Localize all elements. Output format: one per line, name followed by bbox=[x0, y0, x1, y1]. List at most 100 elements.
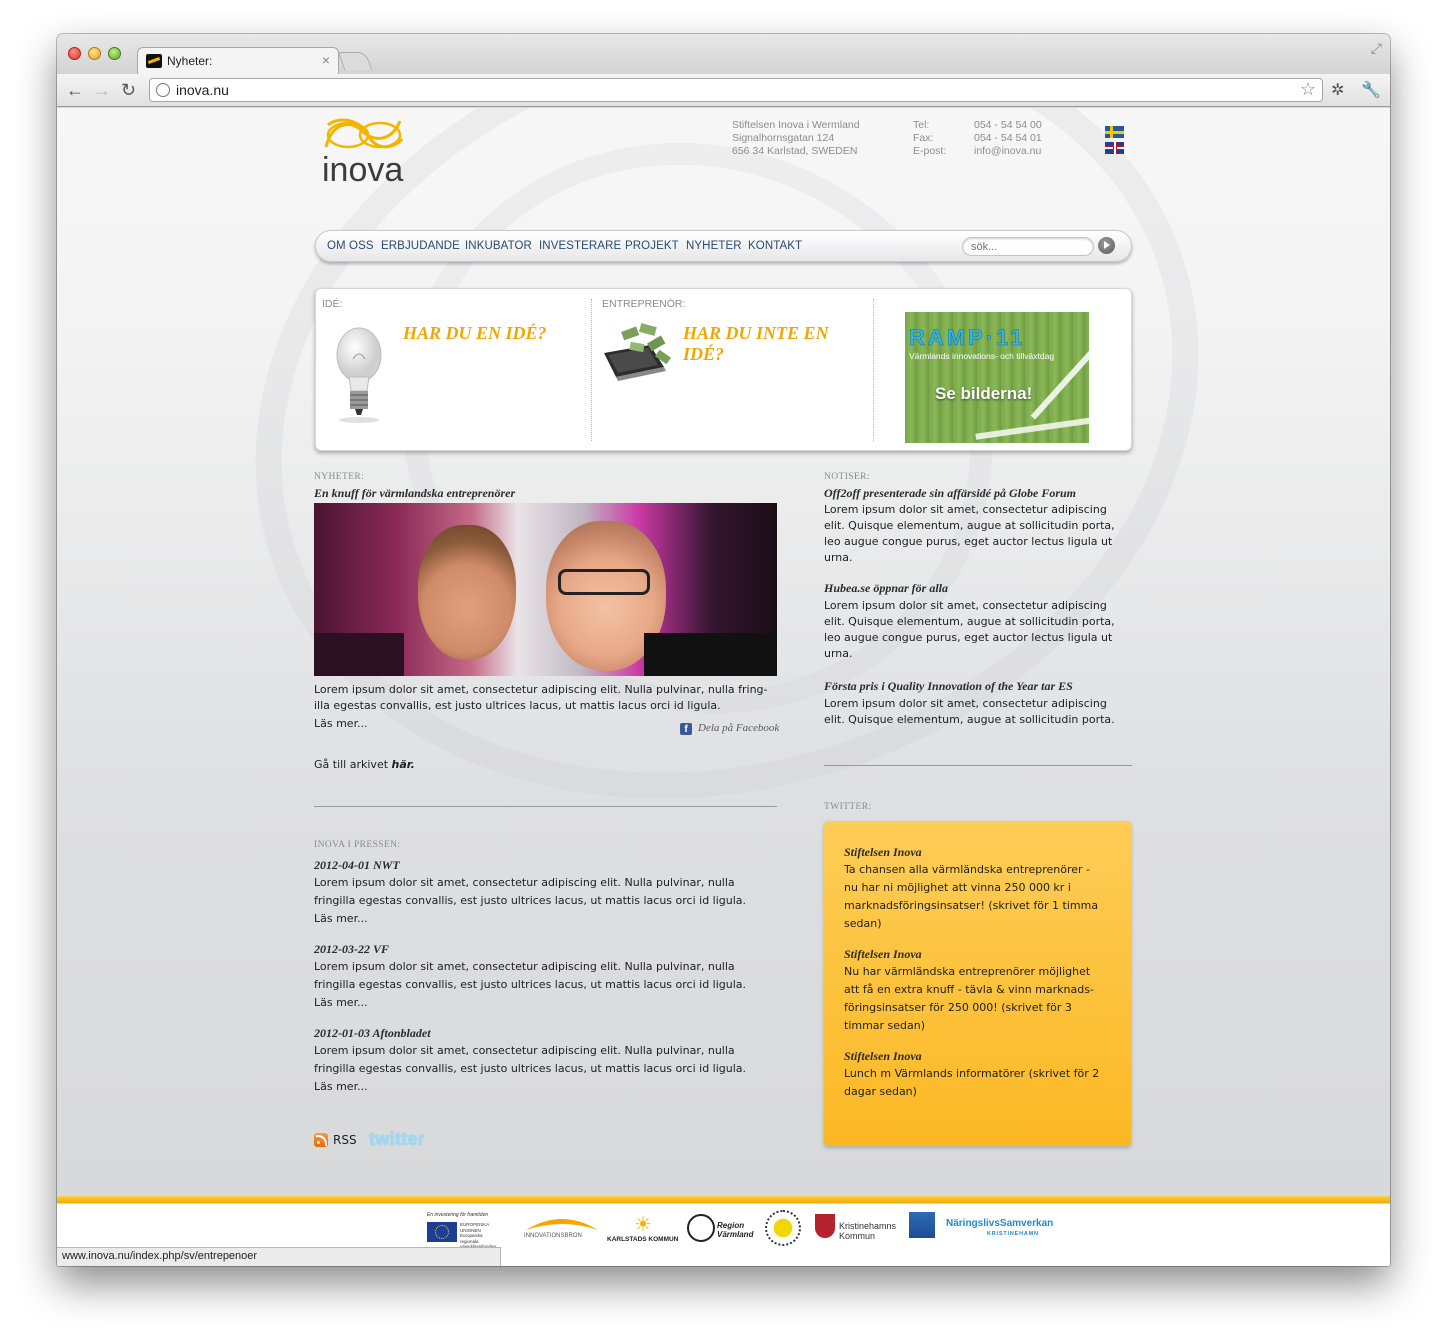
lightbulb-icon[interactable] bbox=[331, 325, 387, 425]
twitter-label: TWITTER: bbox=[824, 802, 872, 812]
tweet-line: att få en extra knuff - tävla & vinn mar… bbox=[844, 983, 1094, 996]
rss-link[interactable]: RSS bbox=[333, 1133, 357, 1147]
news-label: NYHETER: bbox=[314, 472, 365, 482]
notis-body: Lorem ipsum dolor sit amet, consectetur … bbox=[824, 696, 1115, 728]
press-read-more[interactable]: Läs mer... bbox=[314, 994, 746, 1012]
email-link[interactable]: info@inova.nu bbox=[974, 145, 1042, 158]
tweet-line: sedan) bbox=[844, 917, 882, 930]
tweet-line: Ta chansen alla värmländska entreprenöre… bbox=[844, 863, 1090, 876]
karlstad-sun-icon[interactable]: ☀ bbox=[634, 1212, 652, 1237]
back-icon[interactable]: ← bbox=[66, 80, 84, 101]
ramp-subtitle: Värmlands innovations- och tillväxtdag bbox=[909, 351, 1055, 361]
notis-line: leo augue congue purus, eget auctor lect… bbox=[824, 631, 1113, 644]
address-line: Signalhornsgatan 124 bbox=[732, 132, 835, 144]
address-bar[interactable]: inova.nu ☆ bbox=[149, 78, 1323, 102]
tweet-line: timmar sedan) bbox=[844, 1019, 926, 1032]
laptop-money-icon[interactable] bbox=[600, 323, 675, 383]
news-photo[interactable] bbox=[314, 503, 777, 676]
search-input[interactable] bbox=[962, 237, 1094, 256]
notis-title[interactable]: Första pris i Quality Innovation of the … bbox=[824, 679, 1073, 694]
press-line: Lorem ipsum dolor sit amet, consectetur … bbox=[314, 960, 735, 973]
news-title[interactable]: En knuff för värmlandska entreprenörer bbox=[314, 486, 515, 501]
page-viewport: inova Stiftelsen Inova i Wermland Signal… bbox=[57, 108, 1390, 1266]
notis-line: urna. bbox=[824, 551, 853, 564]
extension-icon[interactable]: ✲ bbox=[1331, 80, 1344, 100]
notis-line: Lorem ipsum dolor sit amet, consectetur … bbox=[824, 599, 1107, 612]
innovationsbron-logo-icon[interactable] bbox=[524, 1214, 600, 1232]
nav-item-nyheter[interactable]: NYHETER bbox=[686, 240, 742, 252]
seal-logo-icon[interactable] bbox=[765, 1210, 801, 1246]
close-tab-icon[interactable]: × bbox=[322, 52, 330, 68]
rss-icon[interactable] bbox=[314, 1133, 328, 1147]
address-line: Stiftelsen Inova i Wermland bbox=[732, 119, 860, 131]
region-varmland-logo-icon[interactable] bbox=[687, 1214, 715, 1242]
browser-tab[interactable]: Nyheter: × bbox=[137, 47, 339, 75]
promo-heading-ide[interactable]: HAR DU EN IDÉ? bbox=[403, 323, 573, 344]
reload-icon[interactable]: ↻ bbox=[121, 80, 136, 101]
nav-item-erbjudande[interactable]: ERBJUDANDE bbox=[381, 240, 460, 252]
twitter-logo-link[interactable]: twitter bbox=[369, 1129, 425, 1150]
naringsliv-name: NäringslivsSamverkan bbox=[946, 1218, 1054, 1229]
glasses-shape bbox=[558, 569, 650, 595]
close-window-button[interactable] bbox=[68, 47, 81, 60]
nav-item-inkubator[interactable]: INKUBATOR bbox=[465, 240, 532, 252]
press-item-title[interactable]: 2012-01-03 Aftonbladet bbox=[314, 1026, 431, 1041]
contact-values: 054 - 54 54 00 054 - 54 54 01 info@inova… bbox=[974, 119, 1042, 158]
contact-label: Tel: bbox=[913, 119, 930, 131]
press-read-more[interactable]: Läs mer... bbox=[314, 910, 746, 928]
new-tab-button[interactable] bbox=[337, 52, 373, 70]
minimize-window-button[interactable] bbox=[88, 47, 101, 60]
tweet-author[interactable]: Stiftelsen Inova bbox=[844, 947, 922, 962]
zoom-window-button[interactable] bbox=[108, 47, 121, 60]
nav-item-projekt[interactable]: PROJEKT bbox=[625, 240, 679, 252]
facebook-icon[interactable]: f bbox=[680, 723, 692, 735]
wrench-icon[interactable]: 🔧 bbox=[1361, 80, 1381, 100]
contact-label: Fax: bbox=[913, 132, 934, 144]
promo-divider bbox=[873, 299, 874, 441]
press-line: Lorem ipsum dolor sit amet, consectetur … bbox=[314, 876, 735, 889]
notis-title[interactable]: Hubea.se öppnar för alla bbox=[824, 581, 948, 596]
notis-line: elit. Quisque elementum, augue at sollic… bbox=[824, 713, 1115, 726]
twitter-feed: Stiftelsen Inova Ta chansen alla värmlän… bbox=[824, 821, 1131, 1146]
nav-item-kontakt[interactable]: KONTAKT bbox=[748, 240, 802, 252]
main-nav: OM OSS ERBJUDANDE INKUBATOR INVESTERARE … bbox=[315, 230, 1132, 262]
press-read-more[interactable]: Läs mer... bbox=[314, 1078, 746, 1096]
press-label: INOVA I PRESSEN: bbox=[314, 840, 401, 850]
notis-line: Lorem ipsum dolor sit amet, consectetur … bbox=[824, 503, 1107, 516]
archive-link[interactable]: här. bbox=[392, 758, 415, 771]
tab-strip: Nyheter: × ⤢ bbox=[57, 34, 1390, 75]
tweet-text: Nu har värmländska entreprenörer möjligh… bbox=[844, 963, 1116, 1035]
logo-mark-icon bbox=[324, 118, 404, 149]
municipality-logo-icon[interactable] bbox=[909, 1212, 935, 1238]
english-flag-icon[interactable] bbox=[1105, 142, 1124, 154]
search-go-button[interactable] bbox=[1098, 237, 1115, 254]
news-body-line: illa egestas convallis, est justo ultric… bbox=[314, 699, 721, 712]
ramp-title: RAMP·11 bbox=[909, 325, 1026, 351]
footer-accent-bar bbox=[57, 1196, 1390, 1203]
nav-item-investerare[interactable]: INVESTERARE bbox=[539, 240, 621, 252]
share-facebook-link[interactable]: Dela på Facebook bbox=[698, 722, 779, 734]
inova-logo[interactable]: inova bbox=[322, 117, 404, 189]
eu-flag-icon[interactable] bbox=[427, 1222, 457, 1242]
notis-body: Lorem ipsum dolor sit amet, consectetur … bbox=[824, 598, 1115, 662]
tweet-author[interactable]: Stiftelsen Inova bbox=[844, 1049, 922, 1064]
photo-shadow bbox=[314, 633, 404, 676]
logo-text: inova bbox=[322, 151, 404, 189]
kristinehamn-crest-icon[interactable] bbox=[815, 1214, 835, 1238]
promo-heading-entreprenor[interactable]: HAR DU INTE EN IDÉ? bbox=[683, 323, 853, 365]
ramp-banner[interactable]: RAMP·11 Värmlands innovations- och tillv… bbox=[905, 312, 1089, 443]
press-item-title[interactable]: 2012-04-01 NWT bbox=[314, 858, 400, 873]
press-item-body: Lorem ipsum dolor sit amet, consectetur … bbox=[314, 1042, 746, 1096]
notis-title[interactable]: Off2off presenterade sin affärsidé på Gl… bbox=[824, 486, 1076, 501]
tweet-line: Lunch m Värmlands informatörer (skrivet … bbox=[844, 1067, 1100, 1080]
forward-icon[interactable]: → bbox=[93, 80, 111, 101]
tweet-text: Lunch m Värmlands informatörer (skrivet … bbox=[844, 1065, 1116, 1101]
bookmark-star-icon[interactable]: ☆ bbox=[1300, 79, 1316, 100]
tweet-author[interactable]: Stiftelsen Inova bbox=[844, 845, 922, 860]
swedish-flag-icon[interactable] bbox=[1105, 126, 1124, 138]
news-body-line: Lorem ipsum dolor sit amet, consectetur … bbox=[314, 683, 768, 696]
press-item-title[interactable]: 2012-03-22 VF bbox=[314, 942, 389, 957]
divider bbox=[314, 806, 777, 807]
nav-item-om-oss[interactable]: OM OSS bbox=[327, 240, 374, 252]
fullscreen-icon[interactable]: ⤢ bbox=[1371, 40, 1382, 57]
